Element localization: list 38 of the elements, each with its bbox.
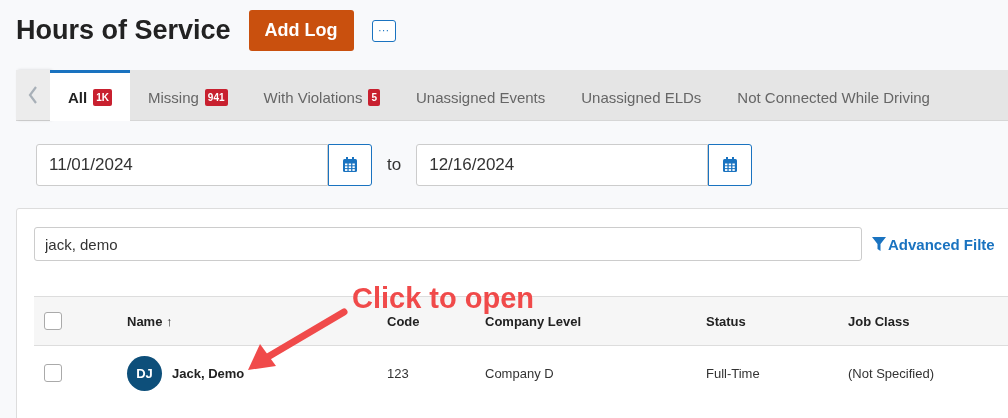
row-checkbox[interactable]	[44, 364, 62, 382]
driver-name[interactable]: Jack, Demo	[172, 365, 245, 381]
tab[interactable]: Unassigned ELDs	[563, 70, 720, 121]
start-date-field[interactable]: 11/01/2024	[36, 144, 328, 186]
filter-icon	[872, 237, 886, 251]
table-cell: Full-Time	[706, 365, 760, 381]
tab[interactable]: With Violations 5	[245, 70, 398, 121]
column-header[interactable]: Company Level	[485, 313, 582, 329]
column-header[interactable]: Code	[387, 313, 420, 329]
range-separator: to	[387, 155, 402, 175]
add-log-button[interactable]: Add Log	[248, 10, 354, 51]
end-date-field[interactable]: 12/16/2024	[416, 144, 709, 186]
calendar-icon	[722, 157, 739, 173]
count-badge: 1K	[93, 88, 112, 106]
annotation-text: Click to open	[352, 284, 535, 313]
tab[interactable]: Not Connected While Driving	[719, 70, 948, 121]
tab[interactable]: Unassigned Events	[398, 70, 564, 121]
column-header[interactable]: Status	[706, 313, 746, 329]
table-cell: (Not Specified)	[848, 365, 934, 381]
scroll-left-button[interactable]	[16, 70, 50, 120]
chevron-left-icon	[28, 86, 38, 104]
calendar-button[interactable]	[708, 144, 753, 186]
count-badge: 5	[368, 88, 380, 106]
search-field[interactable]: jack, demo	[34, 227, 862, 261]
column-header[interactable]: Name ↑	[127, 313, 173, 329]
table-cell: Company D	[485, 365, 554, 381]
advanced-filter-link[interactable]: Advanced Filte	[872, 235, 995, 253]
column-header[interactable]: Job Class	[848, 313, 910, 329]
count-badge: 941	[204, 88, 228, 106]
tab[interactable]: Missing 941	[129, 70, 246, 121]
avatar: DJ	[127, 355, 162, 391]
calendar-icon	[342, 157, 358, 173]
table-cell: 123	[387, 365, 409, 381]
tab[interactable]: All 1K	[50, 70, 130, 121]
more-button[interactable]: ···	[371, 19, 396, 42]
page-title: Hours of Service	[16, 15, 231, 46]
select-all-checkbox[interactable]	[44, 312, 62, 330]
calendar-button[interactable]	[328, 144, 372, 186]
